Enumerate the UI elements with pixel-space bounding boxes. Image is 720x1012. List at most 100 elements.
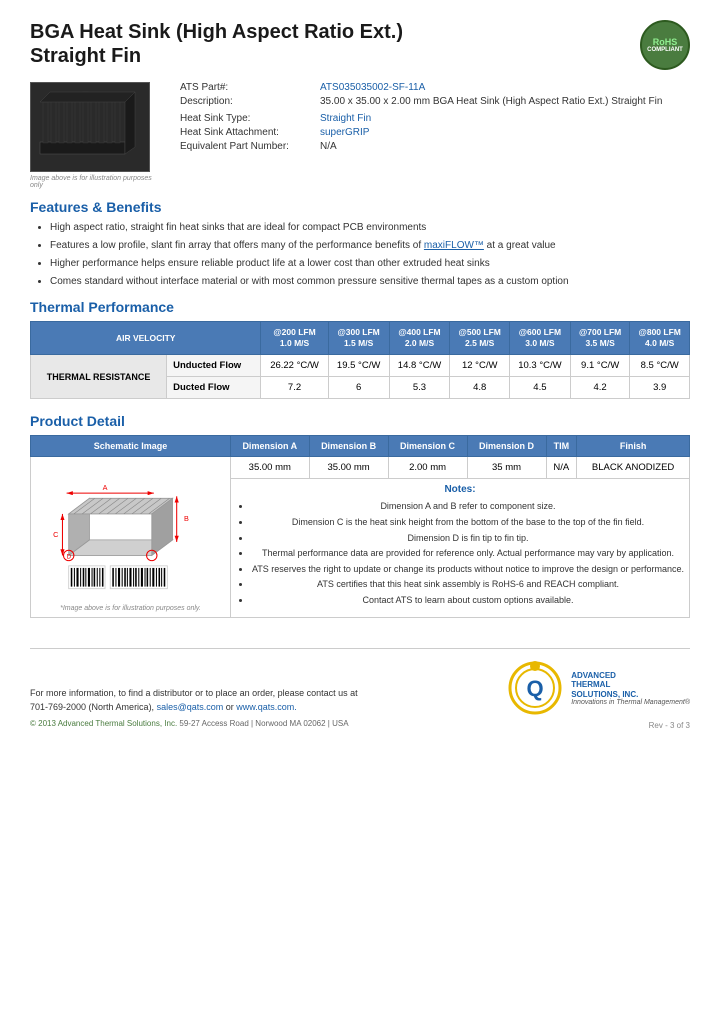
dim-d-header: Dimension D [467, 436, 546, 457]
ducted-label: Ducted Flow [167, 377, 261, 399]
ats-logo: Q ADVANCED THERMAL SOLUTIONS, INC. Innov… [508, 661, 690, 716]
rohs-badge: RoHS COMPLIANT [640, 20, 690, 70]
schematic-svg: A B C D [46, 462, 216, 597]
notes-title: Notes: [235, 484, 685, 495]
ats-tagline: Innovations in Thermal Management® [571, 699, 690, 706]
page: BGA Heat Sink (High Aspect Ratio Ext.) S… [0, 0, 720, 1012]
col-400lfm: @400 LFM2.0 M/S [389, 322, 450, 355]
col-700lfm: @700 LFM3.5 M/S [570, 322, 630, 355]
features-list: High aspect ratio, straight fin heat sin… [50, 221, 690, 289]
heat-sink-type-row: Heat Sink Type: Straight Fin [180, 113, 690, 124]
dim-c-header: Dimension C [388, 436, 467, 457]
page-number: Rev - 3 of 3 [649, 721, 690, 730]
description-value: 35.00 x 35.00 x 2.00 mm BGA Heat Sink (H… [320, 96, 662, 107]
air-velocity-header: AIR VELOCITY [31, 322, 261, 355]
attachment-label: Heat Sink Attachment: [180, 127, 320, 138]
notes-list: Dimension A and B refer to component siz… [251, 500, 685, 606]
ducted-700: 4.2 [570, 377, 630, 399]
col-800lfm: @800 LFM4.0 M/S [630, 322, 690, 355]
schematic-row: A B C D [31, 457, 690, 479]
note-5: ATS reserves the right to update or chan… [251, 563, 685, 576]
ducted-600: 4.5 [509, 377, 570, 399]
unducted-300: 19.5 °C/W [328, 355, 389, 377]
feature-item-1: High aspect ratio, straight fin heat sin… [50, 221, 690, 235]
ats-q-svg: Q [508, 661, 563, 716]
note-3: Dimension D is fin tip to fin tip. [251, 532, 685, 545]
company-name-2: THERMAL [571, 680, 690, 690]
tim-value: N/A [546, 457, 577, 479]
part-number-value: ATS035035002-SF-11A [320, 82, 425, 93]
footer-email[interactable]: sales@qats.com [157, 702, 224, 712]
equiv-part-row: Equivalent Part Number: N/A [180, 141, 690, 152]
part-number-row: ATS Part#: ATS035035002-SF-11A [180, 82, 690, 93]
equiv-part-label: Equivalent Part Number: [180, 141, 320, 152]
copyright-text: © 2013 Advanced Thermal Solutions, Inc. [30, 719, 177, 728]
feature-item-4: Comes standard without interface materia… [50, 275, 690, 289]
col-200lfm: @200 LFM1.0 M/S [261, 322, 328, 355]
col-500lfm: @500 LFM2.5 M/S [450, 322, 510, 355]
ats-text-block: ADVANCED THERMAL SOLUTIONS, INC. Innovat… [571, 671, 690, 707]
footer-website[interactable]: www.qats.com. [236, 702, 297, 712]
svg-text:C: C [53, 530, 58, 539]
footer-contact: For more information, to find a distribu… [30, 687, 358, 714]
unducted-500: 12 °C/W [450, 355, 510, 377]
heatsink-image [35, 87, 145, 167]
thermal-resistance-label: THERMAL RESISTANCE [31, 355, 167, 399]
product-image-box [30, 82, 150, 172]
ducted-500: 4.8 [450, 377, 510, 399]
ducted-800: 3.9 [630, 377, 690, 399]
company-name-1: ADVANCED [571, 671, 690, 681]
thermal-section-title: Thermal Performance [30, 299, 690, 315]
maxiflow-link[interactable]: maxiFLOW™ [424, 240, 484, 251]
rohs-text: RoHS [653, 37, 678, 47]
note-2: Dimension C is the heat sink height from… [251, 516, 685, 529]
description-row: Description: 35.00 x 35.00 x 2.00 mm BGA… [180, 96, 690, 107]
footer-section: For more information, to find a distribu… [30, 648, 690, 730]
svg-text:D: D [66, 554, 71, 561]
thermal-table: AIR VELOCITY @200 LFM1.0 M/S @300 LFM1.5… [30, 321, 690, 399]
dim-a-value: 35.00 mm [231, 457, 310, 479]
product-specs: ATS Part#: ATS035035002-SF-11A Descripti… [180, 82, 690, 189]
dim-b-header: Dimension B [309, 436, 388, 457]
col-300lfm: @300 LFM1.5 M/S [328, 322, 389, 355]
footer-left: For more information, to find a distribu… [30, 687, 358, 730]
note-6: ATS certifies that this heat sink assemb… [251, 578, 685, 591]
footer-right: Q ADVANCED THERMAL SOLUTIONS, INC. Innov… [508, 661, 690, 730]
part-label: ATS Part#: [180, 82, 320, 93]
schematic-cell: A B C D [31, 457, 231, 618]
detail-table: Schematic Image Dimension A Dimension B … [30, 435, 690, 618]
svg-text:B: B [183, 514, 188, 523]
schematic-caption: *Image above is for illustration purpose… [35, 605, 226, 612]
heat-sink-type-label: Heat Sink Type: [180, 113, 320, 124]
title-line1: BGA Heat Sink (High Aspect Ratio Ext.) [30, 20, 403, 44]
svg-text:Q: Q [527, 676, 544, 701]
image-caption: Image above is for illustration purposes… [30, 175, 160, 189]
product-detail-title: Product Detail [30, 413, 690, 429]
dim-c-value: 2.00 mm [388, 457, 467, 479]
rohs-compliant: COMPLIANT [647, 47, 683, 53]
features-section-title: Features & Benefits [30, 199, 690, 215]
notes-cell: Notes: Dimension A and B refer to compon… [231, 479, 690, 618]
note-1: Dimension A and B refer to component siz… [251, 500, 685, 513]
dim-d-value: 35 mm [467, 457, 546, 479]
svg-text:A: A [102, 483, 107, 492]
feature-item-3: Higher performance helps ensure reliable… [50, 257, 690, 271]
tim-header: TIM [546, 436, 577, 457]
title-line2: Straight Fin [30, 44, 403, 68]
ducted-200: 7.2 [261, 377, 328, 399]
finish-header: Finish [577, 436, 690, 457]
product-title: BGA Heat Sink (High Aspect Ratio Ext.) S… [30, 20, 403, 68]
note-7: Contact ATS to learn about custom option… [251, 594, 685, 607]
ducted-300: 6 [328, 377, 389, 399]
product-image-area: Image above is for illustration purposes… [30, 82, 160, 189]
unducted-800: 8.5 °C/W [630, 355, 690, 377]
attachment-row: Heat Sink Attachment: superGRIP [180, 127, 690, 138]
feature-item-2: Features a low profile, slant fin array … [50, 239, 690, 253]
unducted-600: 10.3 °C/W [509, 355, 570, 377]
footer-copyright: © 2013 Advanced Thermal Solutions, Inc. … [30, 718, 358, 730]
unducted-700: 9.1 °C/W [570, 355, 630, 377]
dim-a-header: Dimension A [231, 436, 310, 457]
note-4: Thermal performance data are provided fo… [251, 547, 685, 560]
unducted-200: 26.22 °C/W [261, 355, 328, 377]
equiv-part-value: N/A [320, 141, 337, 152]
